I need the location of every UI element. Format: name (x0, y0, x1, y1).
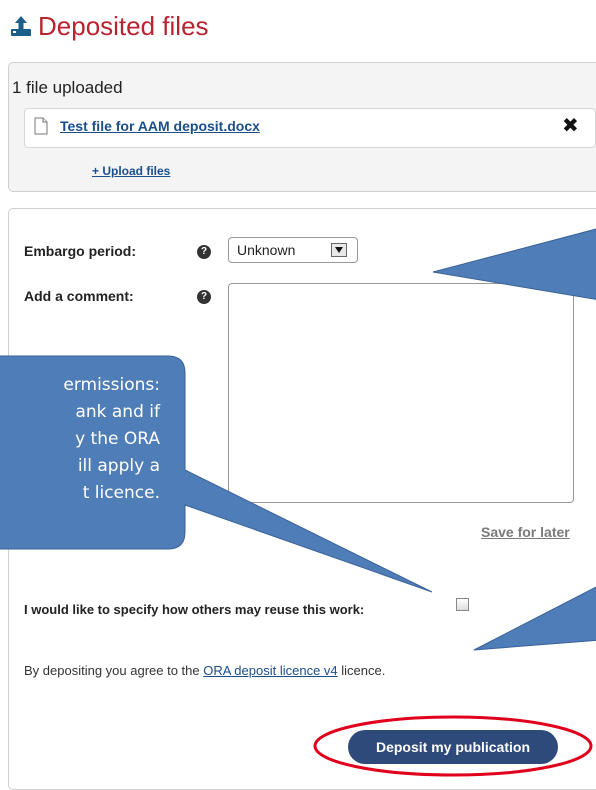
chevron-down-icon[interactable] (331, 243, 347, 257)
remove-file-icon[interactable]: ✖ (562, 113, 579, 138)
agree-suffix: licence. (337, 663, 386, 678)
file-link[interactable]: Test file for AAM deposit.docx (60, 118, 260, 134)
save-for-later-link[interactable]: Save for later (481, 524, 570, 540)
help-icon[interactable]: ? (197, 245, 211, 259)
help-icon[interactable]: ? (197, 290, 211, 304)
page-header: Deposited files (10, 8, 209, 44)
comment-field[interactable] (228, 283, 574, 503)
page-title: Deposited files (38, 10, 209, 41)
comment-label: Add a comment: (24, 288, 134, 304)
callout-line: ermissions: (63, 375, 160, 395)
upload-files-link[interactable]: + Upload files (92, 164, 170, 178)
callout-line: y the ORA (75, 429, 160, 449)
reuse-checkbox[interactable] (456, 598, 469, 611)
embargo-label: Embargo period: (24, 243, 137, 259)
callout-text: ermissions: ank and if y the ORA ill app… (0, 372, 160, 507)
licence-agreement: By depositing you agree to the ORA depos… (24, 663, 385, 678)
document-icon (34, 117, 48, 135)
agree-prefix: By depositing you agree to the (24, 663, 204, 678)
callout-line: t licence. (82, 483, 160, 503)
callout-line: ank and if (75, 402, 160, 422)
deposit-button[interactable]: Deposit my publication (348, 730, 558, 764)
reuse-label: I would like to specify how others may r… (24, 602, 365, 617)
upload-count: 1 file uploaded (12, 78, 123, 97)
embargo-select-value: Unknown (237, 242, 296, 258)
licence-link[interactable]: ORA deposit licence v4 (203, 663, 337, 678)
upload-icon (11, 16, 31, 36)
callout-line: ill apply a (77, 456, 160, 476)
